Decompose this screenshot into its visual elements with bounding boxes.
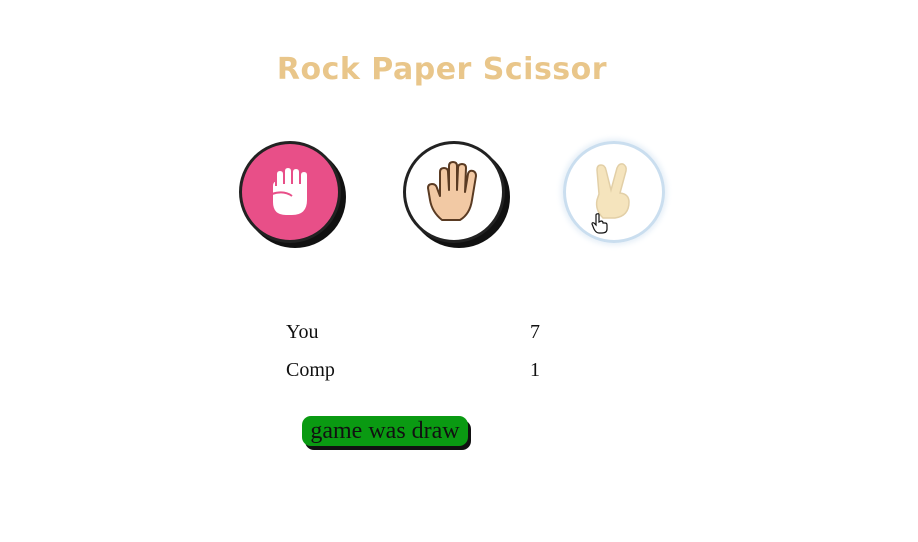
you-score-value: 7 — [530, 321, 540, 343]
paper-choice-button[interactable] — [403, 141, 505, 243]
you-score-label: You — [286, 321, 319, 343]
hand-pointer-cursor-icon — [591, 212, 609, 239]
page-title: Rock Paper Scissor — [276, 52, 608, 87]
rock-choice-button[interactable] — [239, 141, 341, 243]
fist-icon — [271, 165, 309, 217]
comp-score-value: 1 — [530, 359, 540, 381]
scissor-choice-button[interactable] — [563, 141, 665, 243]
result-message: game was draw — [302, 416, 468, 446]
open-hand-icon — [427, 161, 477, 221]
comp-score-label: Comp — [286, 359, 335, 381]
game-page: Rock Paper Scissor You 7 Comp 1 game was… — [0, 0, 918, 542]
